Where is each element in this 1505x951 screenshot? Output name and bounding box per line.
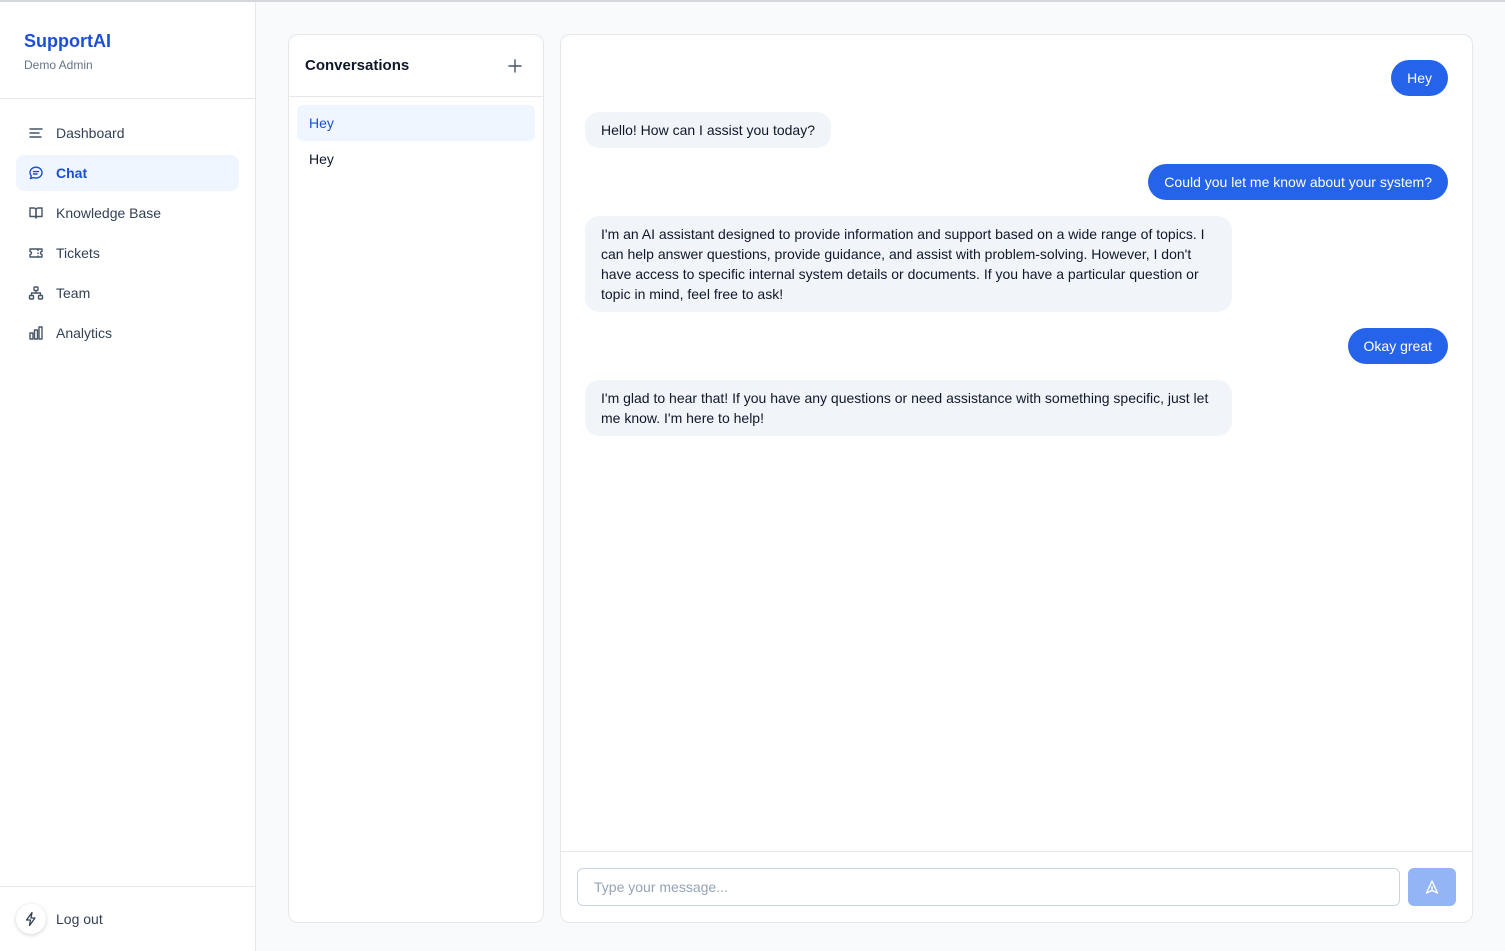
conversations-panel: Conversations Hey Hey <box>288 34 544 923</box>
ticket-icon <box>28 245 44 261</box>
sidebar-item-label: Tickets <box>56 245 100 261</box>
sidebar-item-analytics[interactable]: Analytics <box>16 315 239 351</box>
conversation-item[interactable]: Hey <box>297 141 535 177</box>
chat-bubble-icon <box>28 165 44 181</box>
brand-name: SupportAI <box>24 31 111 51</box>
sidebar: SupportAI Demo Admin Dashboard Chat Know… <box>0 2 256 951</box>
conversations-title: Conversations <box>305 57 410 74</box>
sidebar-item-knowledge-base[interactable]: Knowledge Base <box>16 195 239 231</box>
app-root: SupportAI Demo Admin Dashboard Chat Know… <box>0 0 1505 951</box>
book-icon <box>28 205 44 221</box>
conversation-list: Hey Hey <box>289 97 543 185</box>
bar-chart-icon <box>28 325 44 341</box>
bolt-icon <box>16 904 46 934</box>
team-icon <box>28 285 44 301</box>
logout-button[interactable]: Log out <box>0 886 255 951</box>
user-message-bubble: Okay great <box>1347 328 1448 364</box>
sidebar-item-label: Chat <box>56 165 88 181</box>
sidebar-nav: Dashboard Chat Knowledge Base Tickets Te… <box>0 99 255 371</box>
message-input[interactable] <box>577 868 1400 906</box>
user-message-bubble: Hey <box>1391 60 1448 96</box>
sidebar-item-tickets[interactable]: Tickets <box>16 235 239 271</box>
chat-panel: Hey Hello! How can I assist you today? C… <box>560 34 1473 923</box>
message-list: Hey Hello! How can I assist you today? C… <box>561 35 1472 851</box>
assistant-message-bubble: I'm an AI assistant designed to provide … <box>585 216 1232 312</box>
brand-subtitle: Demo Admin <box>24 58 93 72</box>
message-row: Could you let me know about your system? <box>585 164 1448 200</box>
brand-block: SupportAI Demo Admin <box>0 2 255 99</box>
message-row: Hello! How can I assist you today? <box>585 112 1448 148</box>
plus-icon <box>508 58 522 73</box>
new-conversation-button[interactable] <box>503 54 527 78</box>
user-message-bubble: Could you let me know about your system? <box>1148 164 1448 200</box>
sidebar-item-team[interactable]: Team <box>16 275 239 311</box>
send-button[interactable] <box>1408 868 1456 906</box>
send-icon <box>1425 880 1439 894</box>
conversation-item[interactable]: Hey <box>297 105 535 141</box>
message-row: I'm glad to hear that! If you have any q… <box>585 380 1448 436</box>
sidebar-item-label: Analytics <box>56 325 113 341</box>
message-row: Hey <box>585 60 1448 96</box>
assistant-message-bubble: I'm glad to hear that! If you have any q… <box>585 380 1232 436</box>
sidebar-item-chat[interactable]: Chat <box>16 155 239 191</box>
menu-lines-icon <box>28 125 44 141</box>
assistant-message-bubble: Hello! How can I assist you today? <box>585 112 831 148</box>
message-row: Okay great <box>585 328 1448 364</box>
message-row: I'm an AI assistant designed to provide … <box>585 216 1448 312</box>
sidebar-item-dashboard[interactable]: Dashboard <box>16 115 239 151</box>
sidebar-item-label: Knowledge Base <box>56 205 162 221</box>
message-composer <box>561 851 1472 922</box>
conversations-header: Conversations <box>289 35 543 97</box>
logout-label: Log out <box>56 911 103 927</box>
sidebar-item-label: Team <box>56 285 91 301</box>
sidebar-item-label: Dashboard <box>56 125 125 141</box>
